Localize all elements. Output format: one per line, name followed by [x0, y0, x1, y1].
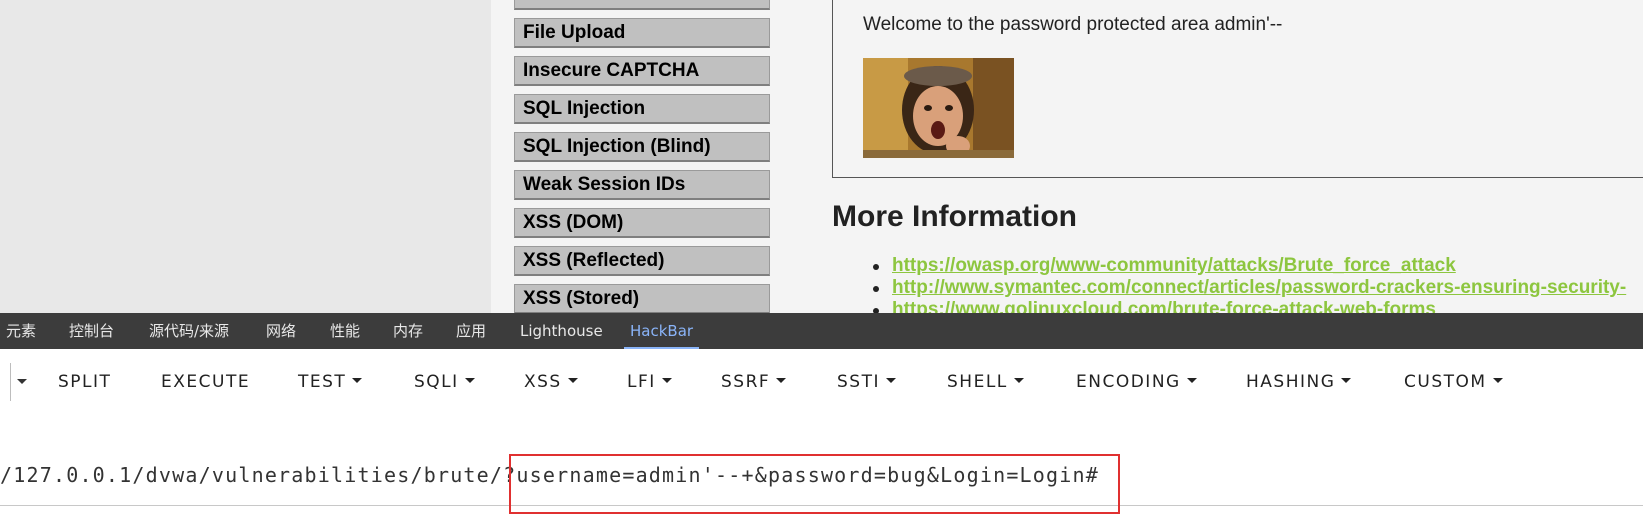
menu-item-xss-dom[interactable]: XSS (DOM): [514, 208, 770, 238]
lfi-label: LFI: [627, 372, 656, 392]
devtools-tab-bar: 元素 控制台 源代码/来源 网络 性能 内存 应用 Lighthouse Hac…: [0, 313, 1643, 349]
sqli-menu-button[interactable]: SQLI: [414, 367, 475, 397]
page-viewport: File Inclusion File Upload Insecure CAPT…: [0, 0, 1643, 313]
link-golinuxcloud-brute-force[interactable]: https://www.golinuxcloud.com/brute-force…: [892, 299, 1436, 313]
tab-elements[interactable]: 元素: [6, 313, 36, 349]
encoding-menu-button[interactable]: ENCODING: [1076, 367, 1197, 397]
toolbar-divider: [10, 363, 11, 401]
ssti-label: SSTI: [837, 372, 880, 392]
more-information-heading: More Information: [832, 200, 1077, 233]
execute-button[interactable]: EXECUTE: [161, 367, 250, 397]
tab-console[interactable]: 控制台: [69, 313, 114, 349]
menu-item-file-upload[interactable]: File Upload: [514, 18, 770, 48]
menu-item-sql-injection-blind[interactable]: SQL Injection (Blind): [514, 132, 770, 162]
chevron-down-icon: [567, 377, 578, 383]
custom-menu-button[interactable]: CUSTOM: [1404, 367, 1503, 397]
menu-item-xss-stored[interactable]: XSS (Stored): [514, 284, 770, 313]
chevron-down-icon: [352, 377, 363, 383]
tab-lighthouse[interactable]: Lighthouse: [520, 313, 603, 349]
hashing-menu-button[interactable]: HASHING: [1246, 367, 1352, 397]
link-symantec-password-crackers[interactable]: http://www.symantec.com/connect/articles…: [892, 277, 1626, 298]
ssrf-label: SSRF: [721, 372, 771, 392]
tab-performance[interactable]: 性能: [330, 313, 360, 349]
tab-hackbar[interactable]: HackBar: [623, 313, 700, 349]
shell-menu-button[interactable]: SHELL: [947, 367, 1024, 397]
ssrf-menu-button[interactable]: SSRF: [721, 367, 787, 397]
link-owasp-brute-force[interactable]: https://owasp.org/www-community/attacks/…: [892, 255, 1456, 276]
welcome-message: Welcome to the password protected area a…: [863, 14, 1283, 35]
sqli-label: SQLI: [414, 372, 459, 392]
split-label: SPLIT: [58, 372, 112, 392]
menu-item-file-inclusion[interactable]: File Inclusion: [514, 0, 770, 10]
ssti-menu-button[interactable]: SSTI: [837, 367, 896, 397]
hackbar-toolbar: SPLIT EXECUTE TEST SQLI XSS LFI SSRF SST…: [0, 349, 1643, 415]
chevron-down-icon: [1492, 377, 1503, 383]
chevron-down-icon: [1186, 377, 1197, 383]
test-menu-button[interactable]: TEST: [298, 367, 363, 397]
menu-item-xss-reflected[interactable]: XSS (Reflected): [514, 246, 770, 276]
chevron-down-icon: [776, 377, 787, 383]
menu-item-insecure-captcha[interactable]: Insecure CAPTCHA: [514, 56, 770, 86]
url-field[interactable]: /127.0.0.1/dvwa/vulnerabilities/brute/?u…: [0, 415, 1643, 530]
chevron-down-icon: [1013, 377, 1024, 383]
chevron-down-icon: [464, 377, 475, 383]
chevron-down-icon: [661, 377, 672, 383]
more-information-links: https://owasp.org/www-community/attacks/…: [870, 255, 1626, 313]
shell-label: SHELL: [947, 372, 1008, 392]
list-item: https://owasp.org/www-community/attacks/…: [870, 255, 1626, 277]
test-label: TEST: [298, 372, 347, 392]
chevron-down-icon[interactable]: [17, 379, 27, 384]
tab-sources[interactable]: 源代码/来源: [149, 313, 229, 349]
tab-network[interactable]: 网络: [266, 313, 296, 349]
login-result-box: Welcome to the password protected area a…: [832, 0, 1643, 178]
xss-menu-button[interactable]: XSS: [524, 367, 578, 397]
chevron-down-icon: [885, 377, 896, 383]
chevron-down-icon: [1341, 377, 1352, 383]
menu-item-sql-injection[interactable]: SQL Injection: [514, 94, 770, 124]
encoding-label: ENCODING: [1076, 372, 1181, 392]
list-item: http://www.symantec.com/connect/articles…: [870, 277, 1626, 299]
custom-label: CUSTOM: [1404, 372, 1487, 392]
menu-item-weak-session-ids[interactable]: Weak Session IDs: [514, 170, 770, 200]
user-avatar-image: [863, 58, 1014, 158]
hashing-label: HASHING: [1246, 372, 1336, 392]
tab-memory[interactable]: 内存: [393, 313, 423, 349]
split-button[interactable]: SPLIT: [58, 367, 111, 397]
lfi-menu-button[interactable]: LFI: [627, 367, 672, 397]
list-item: https://www.golinuxcloud.com/brute-force…: [870, 299, 1626, 313]
query-highlight-annotation: [509, 454, 1120, 514]
execute-label: EXECUTE: [161, 372, 251, 392]
left-gutter: [0, 0, 491, 313]
tab-application[interactable]: 应用: [456, 313, 486, 349]
xss-label: XSS: [524, 372, 562, 392]
